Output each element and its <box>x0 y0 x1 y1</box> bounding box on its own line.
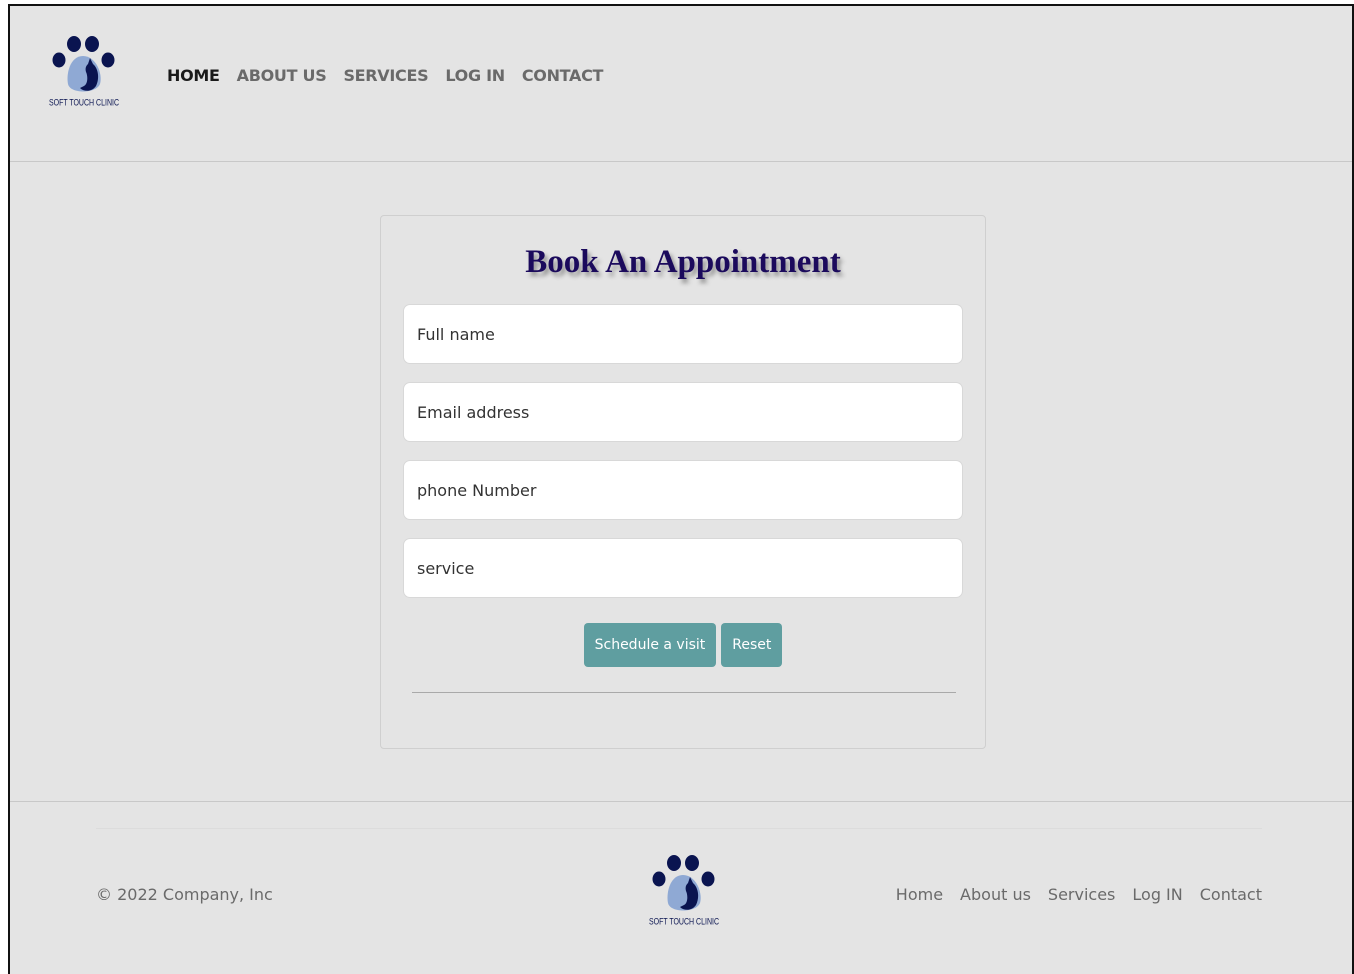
footer-content: © 2022 Company, Inc SOFT TOUCH CLINIC Ho… <box>96 828 1262 948</box>
site-footer: © 2022 Company, Inc SOFT TOUCH CLINIC Ho… <box>10 801 1352 974</box>
footer-link-services[interactable]: Services <box>1048 885 1115 904</box>
nav-log-in[interactable]: LOG IN <box>445 66 505 85</box>
footer-link-home[interactable]: Home <box>896 885 943 904</box>
form-buttons: Schedule a visit Reset <box>381 623 985 667</box>
copyright-text: © 2022 Company, Inc <box>96 885 273 904</box>
footer-nav: Home About us Services Log IN Contact <box>896 885 1262 904</box>
main-nav: HOME ABOUT US SERVICES LOG IN CONTACT <box>167 66 603 85</box>
service-input[interactable] <box>403 538 963 598</box>
reset-button[interactable]: Reset <box>721 623 783 667</box>
full-name-input[interactable] <box>403 304 963 364</box>
form-title: Book An Appointment <box>525 244 841 280</box>
page-frame: SOFT TOUCH CLINIC HOME ABOUT US SERVICES… <box>8 4 1354 974</box>
nav-contact[interactable]: CONTACT <box>522 66 604 85</box>
site-header: SOFT TOUCH CLINIC HOME ABOUT US SERVICES… <box>10 6 1352 162</box>
footer-logo-text: SOFT TOUCH CLINIC <box>648 917 719 928</box>
paw-logo-icon[interactable]: SOFT TOUCH CLINIC <box>48 34 120 114</box>
appointment-form-card: Book An Appointment Schedule a visit Res… <box>380 215 986 749</box>
footer-paw-logo-icon[interactable]: SOFT TOUCH CLINIC <box>648 853 720 933</box>
nav-about-us[interactable]: ABOUT US <box>237 66 327 85</box>
footer-link-log-in[interactable]: Log IN <box>1132 885 1182 904</box>
logo-text: SOFT TOUCH CLINIC <box>48 98 119 109</box>
phone-number-input[interactable] <box>403 460 963 520</box>
nav-services[interactable]: SERVICES <box>343 66 428 85</box>
email-input[interactable] <box>403 382 963 442</box>
footer-link-contact[interactable]: Contact <box>1200 885 1262 904</box>
nav-home[interactable]: HOME <box>167 66 220 85</box>
footer-link-about-us[interactable]: About us <box>960 885 1031 904</box>
form-divider <box>412 692 956 693</box>
schedule-visit-button[interactable]: Schedule a visit <box>583 623 717 667</box>
